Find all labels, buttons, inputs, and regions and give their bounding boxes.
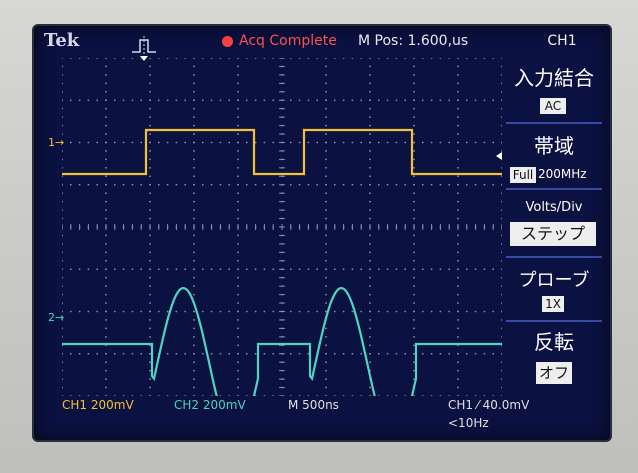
- ch2-ground-marker: 2→: [48, 311, 65, 324]
- coupling-label: 入力結合: [514, 66, 594, 90]
- status-bar: Tek Acq Complete M Pos: 1.600,us CH1: [34, 26, 610, 61]
- status-footer: CH1 200mV CH2 200mV M 500ns CH1 ⁄ 40.0mV…: [34, 396, 610, 440]
- bandwidth-badge: Full: [510, 167, 536, 183]
- brand-logo: Tek: [44, 30, 80, 51]
- bandwidth-label: 帯域: [534, 134, 574, 158]
- volts-div-label: Volts/Div: [525, 200, 583, 215]
- menu-divider: [506, 188, 602, 190]
- acquisition-status: Acq Complete: [239, 33, 337, 49]
- timebase: M 500ns: [288, 398, 339, 412]
- ch2-marker-label: 2: [48, 311, 55, 324]
- invert-label: 反転: [534, 330, 574, 354]
- bandwidth-value: 200MHz: [538, 167, 587, 181]
- menu-divider: [506, 256, 602, 258]
- ch2-scale: CH2 200mV: [174, 398, 246, 412]
- menu-divider: [506, 122, 602, 124]
- trigger-setting: CH1 ⁄ 40.0mV: [448, 398, 530, 412]
- ch1-marker-label: 1: [48, 136, 55, 149]
- ch1-scale: CH1 200mV: [62, 398, 134, 412]
- oscilloscope-screen: Tek Acq Complete M Pos: 1.600,us CH1 1→ …: [34, 26, 610, 440]
- probe-button[interactable]: 1X: [542, 296, 564, 312]
- menu-divider: [506, 320, 602, 322]
- bandwidth-button[interactable]: Full 200MHz: [506, 166, 602, 184]
- record-indicator-icon: [222, 36, 233, 47]
- ch1-ground-marker: 1→: [48, 136, 65, 149]
- horizontal-position: M Pos: 1.600,us: [358, 33, 469, 49]
- probe-label: プローブ: [518, 270, 590, 291]
- volts-div-button[interactable]: ステップ: [510, 222, 596, 246]
- graticule-grid: [62, 58, 502, 396]
- coupling-button[interactable]: AC: [540, 98, 566, 114]
- menu-channel-title: CH1: [547, 33, 577, 49]
- side-menu: 入力結合 AC 帯域 Full 200MHz Volts/Div ステップ プロ…: [502, 58, 606, 436]
- waveform-graticule: [62, 58, 502, 396]
- invert-button[interactable]: オフ: [536, 362, 572, 384]
- trigger-frequency: <10Hz: [448, 416, 489, 430]
